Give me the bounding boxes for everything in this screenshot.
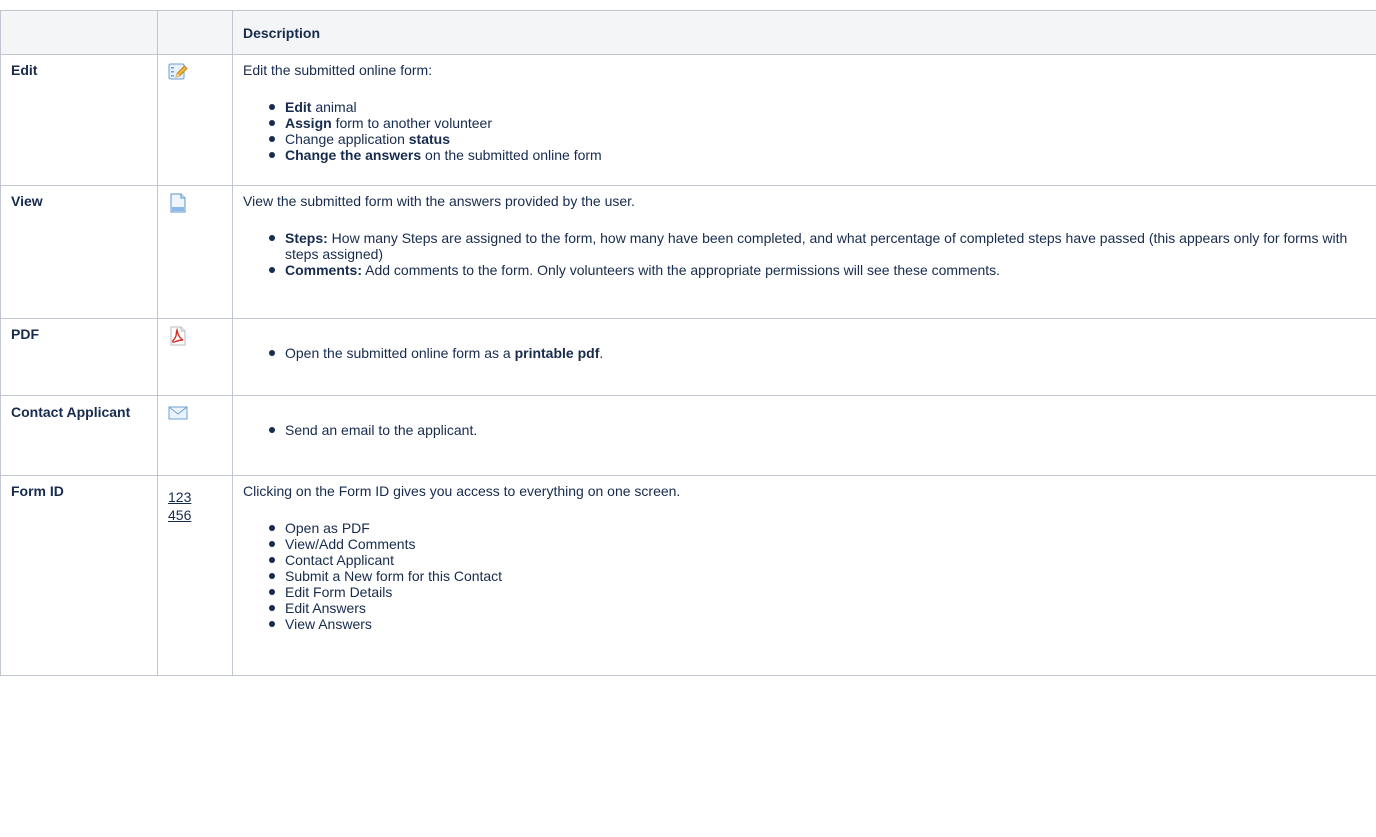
list-item: Assign form to another volunteer bbox=[269, 115, 1376, 131]
form-id-link-1[interactable]: 123 bbox=[168, 488, 222, 506]
row-description: View the submitted form with the answers… bbox=[232, 185, 1376, 319]
header-row: Description bbox=[0, 10, 1376, 55]
header-name-cell bbox=[0, 10, 158, 55]
list-item: View/Add Comments bbox=[269, 536, 1376, 552]
row-bullet-list: Open the submitted online form as a prin… bbox=[243, 345, 1376, 361]
document-icon[interactable] bbox=[168, 193, 188, 213]
header-icon-cell bbox=[157, 10, 233, 55]
list-item: Edit Answers bbox=[269, 600, 1376, 616]
list-item: Edit animal bbox=[269, 99, 1376, 115]
row-name: Contact Applicant bbox=[0, 395, 158, 476]
envelope-icon[interactable] bbox=[168, 403, 188, 423]
edit-form-icon[interactable] bbox=[168, 62, 188, 82]
row-bullet-list: Steps: How many Steps are assigned to th… bbox=[243, 230, 1376, 278]
row-description: Edit the submitted online form: Edit ani… bbox=[232, 54, 1376, 186]
table-row-view: View View the submitted form with the an… bbox=[0, 185, 1376, 319]
list-item: Send an email to the applicant. bbox=[269, 422, 1376, 438]
list-item: Comments: Add comments to the form. Only… bbox=[269, 262, 1376, 278]
table-row-form-id: Form ID 123 456 Clicking on the Form ID … bbox=[0, 475, 1376, 676]
row-name: Form ID bbox=[0, 475, 158, 676]
actions-table: Description Edit Edit the submitted onli… bbox=[0, 10, 1376, 676]
row-bullet-list: Send an email to the applicant. bbox=[243, 422, 1376, 438]
table-row-edit: Edit Edit the submitted online form: Edi… bbox=[0, 54, 1376, 186]
list-item: Open as PDF bbox=[269, 520, 1376, 536]
row-lead-text: Edit the submitted online form: bbox=[243, 62, 433, 78]
header-description-cell: Description bbox=[232, 10, 1376, 55]
row-lead-text: Clicking on the Form ID gives you access… bbox=[243, 483, 681, 499]
row-description: Send an email to the applicant. bbox=[232, 395, 1376, 476]
pdf-icon[interactable] bbox=[168, 326, 188, 346]
list-item: Change the answers on the submitted onli… bbox=[269, 147, 1376, 163]
row-description: Open the submitted online form as a prin… bbox=[232, 318, 1376, 396]
list-item: Open the submitted online form as a prin… bbox=[269, 345, 1376, 361]
table-row-contact-applicant: Contact Applicant Send an email to the a… bbox=[0, 395, 1376, 476]
list-item: Edit Form Details bbox=[269, 584, 1376, 600]
list-item: Steps: How many Steps are assigned to th… bbox=[269, 230, 1376, 262]
row-name: View bbox=[0, 185, 158, 319]
row-description: Clicking on the Form ID gives you access… bbox=[232, 475, 1376, 676]
row-name: PDF bbox=[0, 318, 158, 396]
form-id-link-2[interactable]: 456 bbox=[168, 506, 222, 524]
row-name: Edit bbox=[0, 54, 158, 186]
list-item: Submit a New form for this Contact bbox=[269, 568, 1376, 584]
table-row-pdf: PDF Open the submitted online form as a … bbox=[0, 318, 1376, 396]
row-lead-text: View the submitted form with the answers… bbox=[243, 193, 635, 209]
list-item: Contact Applicant bbox=[269, 552, 1376, 568]
row-bullet-list: Open as PDF View/Add Comments Contact Ap… bbox=[243, 520, 1376, 632]
list-item: Change application status bbox=[269, 131, 1376, 147]
row-bullet-list: Edit animal Assign form to another volun… bbox=[243, 99, 1376, 163]
list-item: View Answers bbox=[269, 616, 1376, 632]
